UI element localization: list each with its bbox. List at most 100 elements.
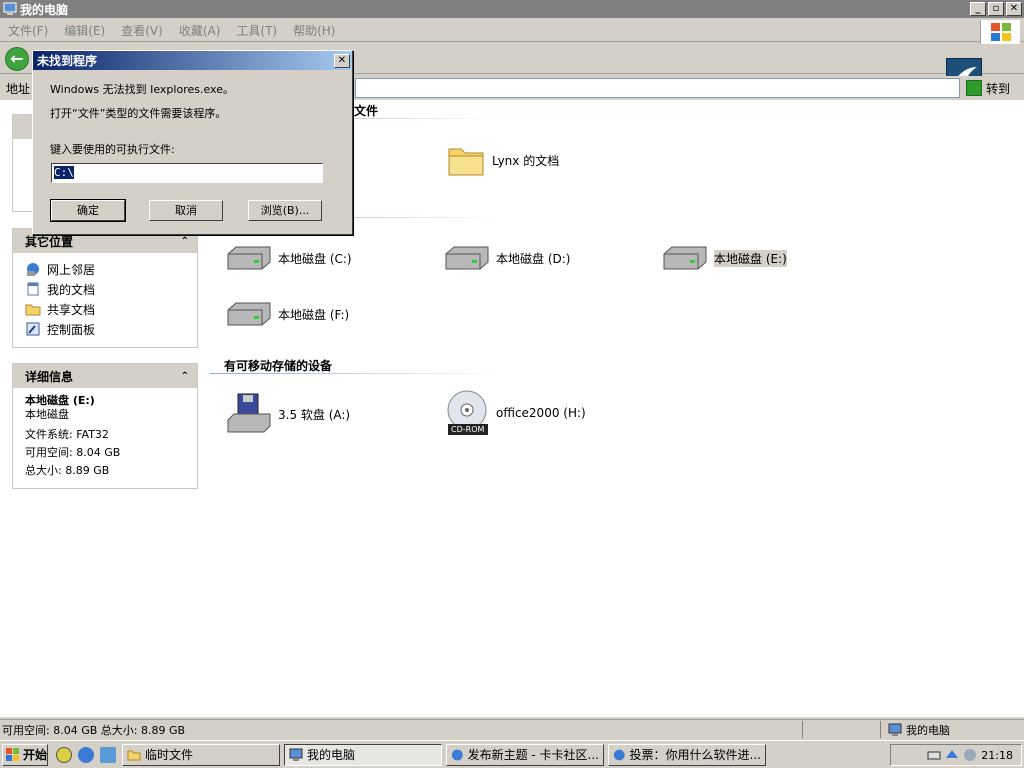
menu-file[interactable]: 文件(F) [0,22,56,39]
section-rule [210,373,500,374]
folder-label: Lynx 的文档 [492,153,560,168]
my-computer-icon [289,748,303,761]
program-not-found-dialog: 未找到程序 ✕ Windows 无法找到 Iexplores.exe。 打开“文… [32,50,353,235]
status-separator [802,721,803,738]
dialog-title: 未找到程序 [37,54,98,68]
media-player-icon[interactable] [56,746,72,763]
menu-view[interactable]: 查看(V) [113,22,171,39]
drive-c[interactable]: 本地磁盘 (C:) [226,244,352,272]
task-temp-folder[interactable]: 临时文件 [122,743,280,766]
menu-favorites[interactable]: 收藏(A) [171,22,229,39]
start-label: 开始 [23,748,48,762]
my-computer-icon [3,2,17,15]
task-vote[interactable]: 投票：你用什么软件进... [608,743,766,766]
menu-help[interactable]: 帮助(H) [285,22,343,39]
drive-h[interactable]: CD-ROM office2000 (H:) [444,390,586,436]
menu-tools[interactable]: 工具(T) [228,22,285,39]
hard-drive-icon [663,246,707,270]
maximize-button[interactable]: ▫ [988,2,1004,16]
place-control-panel[interactable]: 控制面板 [25,319,185,339]
menu-bar: 文件(F) 编辑(E) 查看(V) 收藏(A) 工具(T) 帮助(H) [0,20,1024,42]
internet-explorer-icon [613,749,625,760]
drive-label: office2000 (H:) [496,406,586,420]
folder-icon [25,304,41,316]
address-label: 地址 [6,82,31,96]
dialog-message-1: Windows 无法找到 Iexplores.exe。 [50,83,234,96]
details-title: 详细信息 [25,369,74,384]
drive-f[interactable]: 本地磁盘 (F:) [226,300,349,328]
windows-flag-icon [6,747,19,761]
details-name: 本地磁盘 (E:) [25,394,95,407]
details-total-size: 总大小: 8.89 GB [25,464,110,477]
hard-drive-icon [445,246,489,270]
place-shared-documents[interactable]: 共享文档 [25,299,185,319]
details-type: 本地磁盘 [25,408,69,421]
address-input[interactable] [355,78,960,98]
drive-a[interactable]: 3.5 软盘 (A:) [226,392,350,436]
other-places-title: 其它位置 [25,234,74,249]
status-bar: 可用空间: 8.04 GB 总大小: 8.89 GB 我的电脑 [0,719,1024,738]
network-icon [27,263,39,276]
clock[interactable]: 21:18 [981,749,1013,762]
dialog-title-bar: 未找到程序 ✕ [33,51,352,70]
status-separator [880,721,881,738]
system-tray: 21:18 [890,744,1022,766]
input-value: C:\ [54,166,74,179]
details-panel: 详细信息 ⌃ 本地磁盘 (E:) 本地磁盘 文件系统: FAT32 可用空间: … [12,363,198,489]
show-desktop-icon[interactable] [100,746,116,763]
go-button[interactable]: 转到 [966,78,1020,98]
task-label: 临时文件 [145,748,194,762]
task-my-computer[interactable]: 我的电脑 [284,743,442,766]
drive-label: 3.5 软盘 (A:) [278,407,351,422]
back-arrow-icon[interactable]: ← [5,47,29,71]
go-arrow-icon [966,80,982,96]
ok-button[interactable]: 确定 [50,199,126,222]
cancel-button[interactable]: 取消 [149,200,223,221]
hard-drive-icon [227,302,271,326]
dialog-message-2: 打开“文件”类型的文件需要该程序。 [50,107,227,120]
task-forum-post[interactable]: 发布新主题 - 卡卡社区... [446,743,604,766]
details-header[interactable]: 详细信息 ⌃ [13,364,197,388]
place-network[interactable]: 网上邻居 [25,259,185,279]
my-computer-icon [888,723,902,736]
drive-label: 本地磁盘 (D:) [496,251,571,266]
windows-logo-icon [980,20,1020,44]
drive-d[interactable]: 本地磁盘 (D:) [444,244,570,272]
details-filesystem: 文件系统: FAT32 [25,428,109,441]
status-location-label: 我的电脑 [906,724,950,737]
place-label: 控制面板 [47,322,96,337]
place-my-documents[interactable]: 我的文档 [25,279,185,299]
section-title-files: 文件 [354,104,379,118]
volume-icon[interactable] [963,748,977,762]
section-title-removable: 有可移动存储的设备 [224,359,333,373]
control-panel-icon [26,322,40,336]
dialog-prompt: 键入要使用的可执行文件: [50,143,175,156]
window-title-bar: 我的电脑 _ ▫ ✕ [0,0,1024,18]
start-button[interactable]: 开始 [2,743,48,766]
drive-e[interactable]: 本地磁盘 (E:) [662,244,787,272]
dialog-close-button[interactable]: ✕ [334,53,350,68]
folder-icon [127,750,141,760]
other-places-panel: 其它位置 ⌃ 网上邻居 我的文档 共享文档 控制面板 [12,228,198,348]
cd-drive-icon: CD-ROM [444,390,490,436]
collapse-chevron-icon[interactable]: ⌃ [181,236,189,247]
cd-rom-badge: CD-ROM [451,425,485,434]
go-label: 转到 [986,81,1011,96]
drive-label: 本地磁盘 (C:) [278,251,352,266]
menu-edit[interactable]: 编辑(E) [56,22,113,39]
task-label: 我的电脑 [307,748,356,762]
close-button[interactable]: ✕ [1006,2,1022,16]
status-location: 我的电脑 [888,722,950,738]
network-tray-icon[interactable] [945,748,959,762]
details-free-space: 可用空间: 8.04 GB [25,446,121,459]
collapse-chevron-icon[interactable]: ⌃ [181,371,189,382]
task-label: 投票：你用什么软件进... [629,748,761,762]
internet-explorer-icon[interactable] [78,746,94,763]
keyboard-icon[interactable] [927,748,941,762]
drive-label: 本地磁盘 (E:) [714,249,787,267]
folder-item-lynx[interactable]: Lynx 的文档 [446,140,559,180]
minimize-button[interactable]: _ [970,2,986,16]
executable-path-input[interactable]: C:\ [51,163,323,183]
task-label: 发布新主题 - 卡卡社区... [467,748,599,762]
browse-button[interactable]: 浏览(B)... [248,200,322,221]
